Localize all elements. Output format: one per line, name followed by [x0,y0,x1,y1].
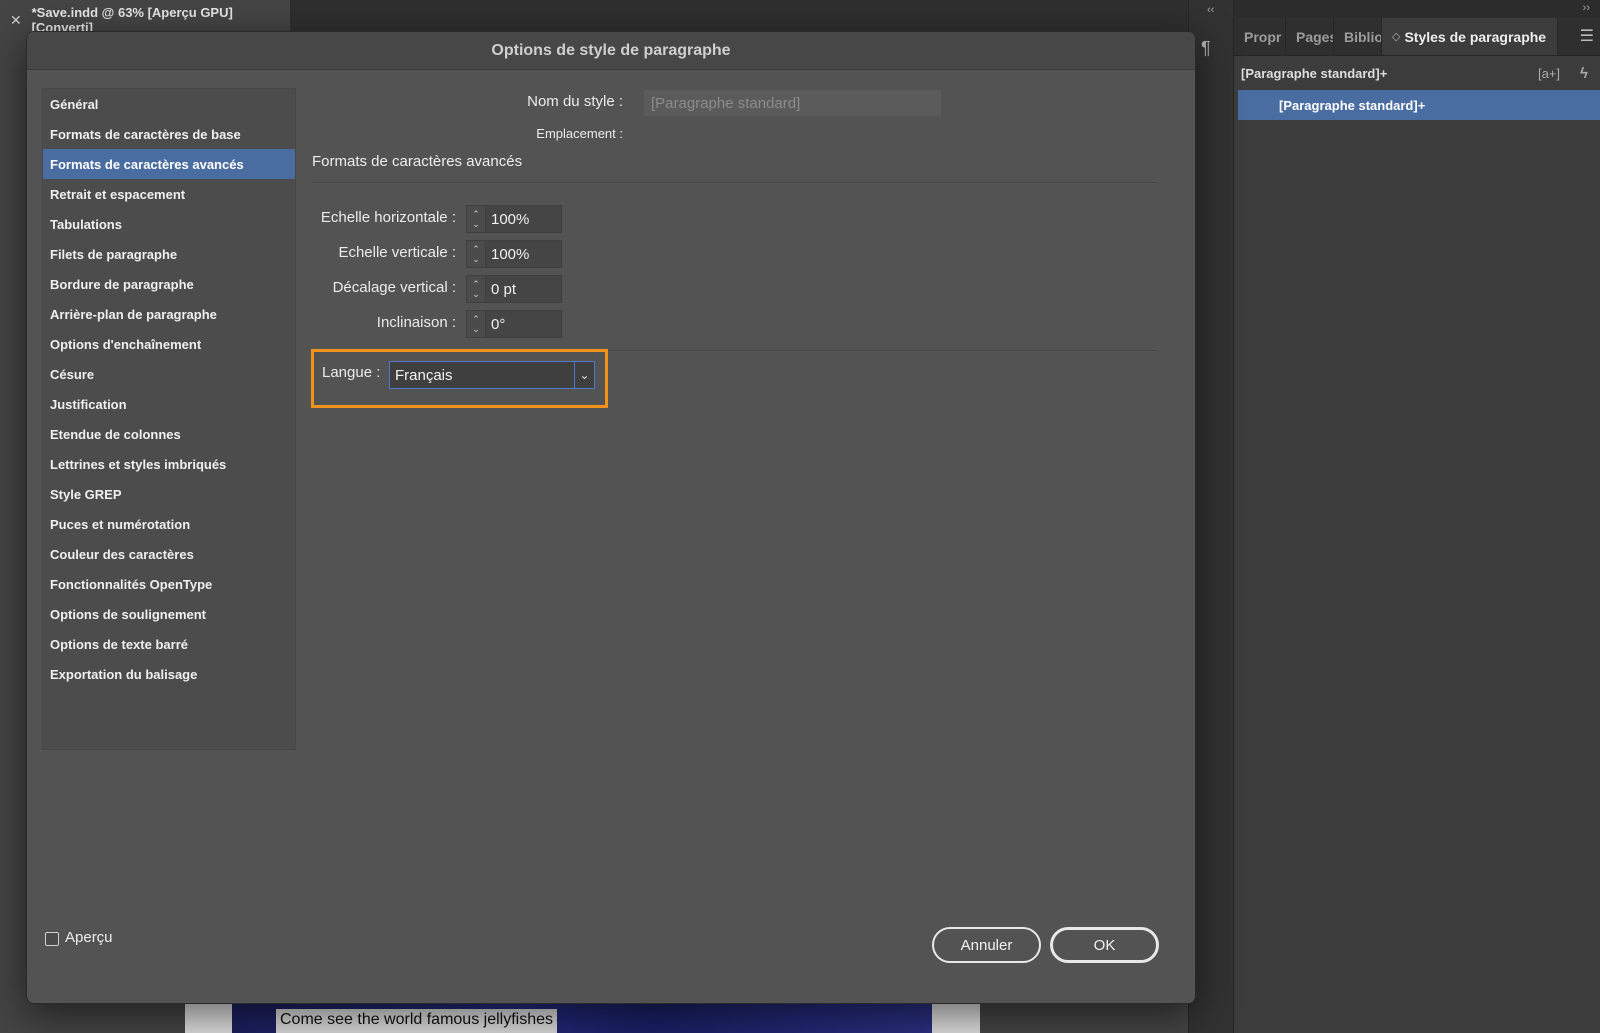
style-name-field[interactable]: [Paragraphe standard] [644,90,941,116]
dialog-title: Options de style de paragraphe [27,32,1195,70]
language-value: Français [395,366,453,384]
tab-pages[interactable]: Pages [1286,18,1334,55]
category-opentype-features[interactable]: Fonctionnalités OpenType [43,569,295,599]
tab-arrows-icon: ◇ [1392,31,1401,43]
panel-toolbar: [Paragraphe standard]+ [a+] ϟ [1234,57,1600,89]
tab-paragraph-styles[interactable]: ◇ Styles de paragraphe [1382,18,1558,55]
category-character-color[interactable]: Couleur des caractères [43,539,295,569]
category-underline-options[interactable]: Options de soulignement [43,599,295,629]
horizontal-scale-control: ⌃ ⌄ 100% [466,205,563,233]
vertical-scale-input[interactable]: 100% [486,240,562,268]
category-hyphenation[interactable]: Césure [43,359,295,389]
baseline-shift-control: ⌃ ⌄ 0 pt [466,275,563,303]
panel-menu-icon[interactable]: ☰ [1580,26,1594,46]
category-advanced-character-formats[interactable]: Formats de caractères avancés [43,149,295,179]
baseline-shift-input[interactable]: 0 pt [486,275,562,303]
skew-stepper[interactable]: ⌃ ⌄ [466,310,486,338]
collapse-panels-icon[interactable]: ‹‹ [1207,4,1214,16]
category-list: Général Formats de caractères de base Fo… [42,88,296,750]
category-paragraph-shading[interactable]: Arrière-plan de paragraphe [43,299,295,329]
current-style-label: [Paragraphe standard]+ [1241,65,1388,81]
language-dropdown[interactable]: Français ⌄ [389,361,595,389]
horizontal-scale-input[interactable]: 100% [486,205,562,233]
preview-label[interactable]: Aperçu [65,929,113,946]
category-drop-caps[interactable]: Lettrines et styles imbriqués [43,449,295,479]
cancel-button[interactable]: Annuler [932,927,1041,963]
paragraph-style-options-dialog: Options de style de paragraphe Général F… [26,31,1196,1004]
category-general[interactable]: Général [43,89,295,119]
chevron-down-icon[interactable]: ⌄ [574,362,594,388]
category-export-tagging[interactable]: Exportation du balisage [43,659,295,689]
vertical-scale-control: ⌃ ⌄ 100% [466,240,563,268]
expand-panels-icon[interactable]: ›› [1583,2,1590,14]
skew-label: Inclinaison : [376,314,456,331]
new-style-icon[interactable]: [a+] [1538,66,1560,81]
category-strikethrough-options[interactable]: Options de texte barré [43,629,295,659]
skew-input[interactable]: 0° [486,310,562,338]
language-label: Langue : [322,364,381,381]
vertical-scale-label: Echelle verticale : [338,244,456,261]
paragraph-styles-panel-icon[interactable]: ¶ [1201,38,1211,59]
horizontal-scale-label: Echelle horizontale : [320,209,456,226]
ok-button[interactable]: OK [1050,927,1159,963]
location-label: Emplacement : [536,126,623,141]
category-span-columns[interactable]: Etendue de colonnes [43,419,295,449]
category-keep-options[interactable]: Options d'enchaînement [43,329,295,359]
close-tab-icon[interactable]: ✕ [10,12,24,29]
baseline-shift-stepper[interactable]: ⌃ ⌄ [466,275,486,303]
tab-libraries[interactable]: Biblio [1334,18,1382,55]
tab-properties[interactable]: Propr [1234,18,1286,55]
panel-tabs: Propr Pages Biblio ◇ Styles de paragraph… [1234,18,1600,56]
panel-header-strip: ›› [1234,0,1600,18]
category-paragraph-rules[interactable]: Filets de paragraphe [43,239,295,269]
preview-checkbox[interactable] [45,932,59,946]
section-divider [311,182,1157,183]
skew-control: ⌃ ⌄ 0° [466,310,563,338]
category-indents-spacing[interactable]: Retrait et espacement [43,179,295,209]
style-list-item[interactable]: [Paragraphe standard]+ [1238,90,1600,120]
section-title: Formats de caractères avancés [312,153,523,170]
tab-paragraph-styles-label: Styles de paragraphe [1404,28,1547,45]
baseline-shift-label: Décalage vertical : [332,279,456,296]
vertical-scale-stepper[interactable]: ⌃ ⌄ [466,240,486,268]
lightning-icon[interactable]: ϟ [1580,65,1588,82]
style-name-label: Nom du style : [527,93,623,110]
category-bullets-numbering[interactable]: Puces et numérotation [43,509,295,539]
category-justification[interactable]: Justification [43,389,295,419]
category-basic-character-formats[interactable]: Formats de caractères de base [43,119,295,149]
category-grep-style[interactable]: Style GREP [43,479,295,509]
horizontal-scale-stepper[interactable]: ⌃ ⌄ [466,205,486,233]
document-caption[interactable]: Come see the world famous jellyfishes [276,1009,558,1033]
category-paragraph-border[interactable]: Bordure de paragraphe [43,269,295,299]
paragraph-styles-panel: ›› Propr Pages Biblio ◇ Styles de paragr… [1234,0,1600,1033]
category-tabs[interactable]: Tabulations [43,209,295,239]
